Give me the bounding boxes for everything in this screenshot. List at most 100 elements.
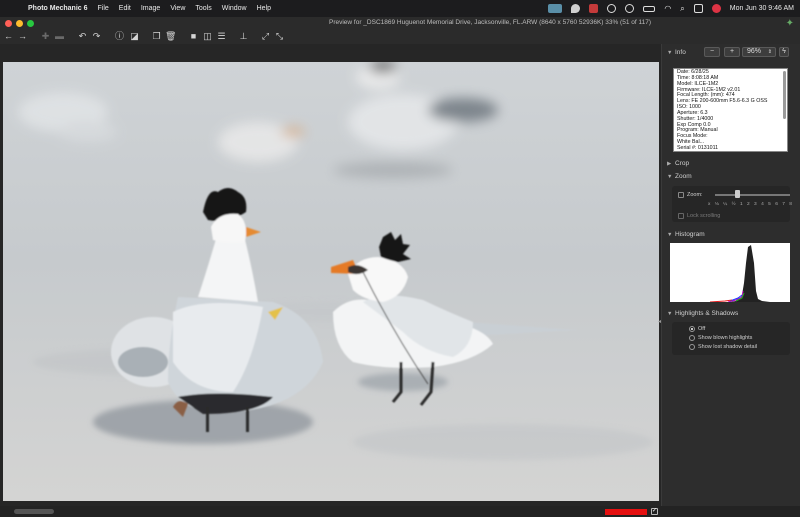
fit-screen-icon[interactable]: ⤢ <box>260 31 271 42</box>
lock-scrolling-checkbox[interactable] <box>678 213 684 219</box>
edit-image-icon[interactable]: ◪ <box>129 31 140 42</box>
drop-icon[interactable] <box>571 4 581 13</box>
crop-label: Crop <box>675 160 690 167</box>
info-scrollbar[interactable] <box>783 71 786 119</box>
window-title: Preview for _DSC1869 Huguenot Memorial D… <box>328 19 652 26</box>
app-status-icon[interactable] <box>589 4 599 13</box>
zoom-level-value: 96% <box>747 48 762 55</box>
highlights-shadows-options: Off Show blown highlights Show lost shad… <box>672 322 790 355</box>
zoom-slider-track[interactable] <box>715 194 790 196</box>
radio-off[interactable] <box>689 326 695 332</box>
previous-photo-icon[interactable]: ← <box>3 31 14 42</box>
menu-view[interactable]: View <box>170 5 185 12</box>
list-view-icon[interactable]: ☰ <box>216 31 227 42</box>
siri-icon[interactable] <box>711 4 721 13</box>
menu-file[interactable]: File <box>98 5 109 12</box>
side-panel: ▼ Info − + 96% ⇕ ϟ Date: 6/28/25 Time: 8:08… <box>661 44 800 506</box>
zoom-tick-label: 1 <box>739 202 743 207</box>
menu-tools[interactable]: Tools <box>195 5 211 12</box>
info-icon[interactable]: ⓘ <box>114 31 125 42</box>
clock-icon[interactable] <box>625 4 635 13</box>
lock-scrolling-label: Lock scrolling <box>687 213 721 219</box>
menu-window[interactable]: Window <box>222 5 247 12</box>
zoom-tick-label: 4 <box>761 202 764 207</box>
zoom-tick-label: ⅛ <box>714 202 719 207</box>
wifi-icon[interactable]: ◠ <box>664 4 671 13</box>
highlights-shadows-section-header[interactable]: ▼ Highlights & Shadows <box>667 310 738 317</box>
lightning-button[interactable]: ϟ <box>779 47 789 57</box>
crop-section-header[interactable]: ▶ Crop <box>667 160 689 167</box>
zoom-out-icon[interactable]: ▬ <box>54 31 65 42</box>
rotate-right-icon[interactable]: ↷ <box>91 31 102 42</box>
histogram-section-header[interactable]: ▼ Histogram <box>667 231 705 238</box>
zoom-section-label: Zoom <box>675 173 692 180</box>
menu-bar: Photo Mechanic 6 File Edit Image View To… <box>0 0 800 17</box>
zoom-slider-knob[interactable] <box>735 190 740 198</box>
copy-icon[interactable]: ❐ <box>151 31 162 42</box>
zoom-tick-label: x <box>708 202 711 207</box>
zoom-tick-label: 7 <box>782 202 785 207</box>
disclosure-open-icon: ▼ <box>667 311 673 317</box>
zoom-level-select[interactable]: 96% ⇕ <box>742 47 776 57</box>
histogram-label: Histogram <box>675 231 705 238</box>
zoom-check-label: Zoom: <box>687 192 703 198</box>
zoom-tick-label: 2 <box>747 202 750 207</box>
rotate-left-icon[interactable]: ↶ <box>77 31 88 42</box>
radio-show-lost-shadow-detail[interactable] <box>689 344 695 350</box>
zoom-tick-label: 5 <box>768 202 771 207</box>
info-line: Serial #: 0131011 <box>677 144 719 151</box>
trash-icon[interactable]: 🗑 <box>165 31 176 42</box>
zoom-section-header[interactable]: ▼ Zoom <box>667 173 692 180</box>
zoom-in-icon[interactable]: ✚ <box>40 31 51 42</box>
search-icon[interactable]: ⌕ <box>680 4 684 14</box>
zoom-tick-label: ½ <box>731 202 736 207</box>
info-section-header[interactable]: ▼ Info <box>667 49 686 56</box>
single-view-icon[interactable]: ■ <box>188 31 199 42</box>
zoom-tick-label: 8 <box>789 202 792 207</box>
zoom-tick-label: 6 <box>775 202 778 207</box>
zoom-tick-label: 3 <box>754 202 757 207</box>
zoom-controls: Zoom: x⅛¼½12345678 Lock scrolling <box>672 186 792 222</box>
menu-help[interactable]: Help <box>257 5 271 12</box>
disclosure-open-icon: ▼ <box>667 232 673 238</box>
zoom-in-button[interactable]: + <box>724 47 740 57</box>
disclosure-open-icon: ▼ <box>667 50 673 56</box>
disclosure-open-icon: ▼ <box>667 174 673 180</box>
radio-show-blown-highlights[interactable] <box>689 335 695 341</box>
menu-extra-icon[interactable] <box>548 4 563 13</box>
menu-edit[interactable]: Edit <box>119 5 131 12</box>
clock[interactable]: Mon Jun 30 9:46 AM <box>730 5 794 12</box>
toolbar: ← → ✚ ▬ ↶ ↷ ⓘ ◪ ❐ 🗑 ■ ◫ ☰ ⊥ ⤢ ⤡ <box>0 31 800 44</box>
preview-area: ◂ <box>0 44 661 506</box>
battery-icon[interactable] <box>643 5 656 12</box>
control-center-icon[interactable] <box>693 4 703 13</box>
highlights-shadows-label: Highlights & Shadows <box>675 310 739 317</box>
window-titlebar: Preview for _DSC1869 Huguenot Memorial D… <box>0 17 800 31</box>
app-logo-icon: ✦ <box>785 18 794 29</box>
zoom-out-button[interactable]: − <box>704 47 720 57</box>
histogram-graph <box>670 243 790 302</box>
disclosure-closed-icon: ▶ <box>667 161 672 167</box>
tern-photo <box>3 62 659 501</box>
select-arrows-icon: ⇕ <box>767 49 772 55</box>
thumbnail-size-slider[interactable] <box>14 509 54 514</box>
radio-show-lost-shadow-detail-label: Show lost shadow detail <box>698 344 758 350</box>
photo-preview[interactable] <box>3 62 659 501</box>
zoom-slider-ticks: x⅛¼½12345678 <box>708 202 792 207</box>
align-icon[interactable]: ⊥ <box>238 31 249 42</box>
menu-app-name[interactable]: Photo Mechanic 6 <box>28 5 88 12</box>
info-text-box[interactable]: Date: 6/28/25 Time: 8:08:18 AM Model: ILCE… <box>673 68 788 152</box>
zoom-checkbox[interactable] <box>678 192 684 198</box>
menu-image[interactable]: Image <box>141 5 160 12</box>
fill-screen-icon[interactable]: ⤡ <box>274 31 285 42</box>
color-class-indicator[interactable] <box>605 509 647 515</box>
zoom-tick-label: ¼ <box>723 202 728 207</box>
next-photo-icon[interactable]: → <box>17 31 28 42</box>
tag-checkbox[interactable]: ✓ <box>651 508 658 515</box>
info-label: Info <box>675 49 686 56</box>
record-icon[interactable] <box>607 4 617 13</box>
status-bar: ✓ <box>0 506 800 517</box>
lightning-icon: ϟ <box>782 48 786 55</box>
compare-view-icon[interactable]: ◫ <box>202 31 213 42</box>
info-lines: Date: 6/28/25 Time: 8:08:18 AM Model: ILCE… <box>677 69 767 151</box>
